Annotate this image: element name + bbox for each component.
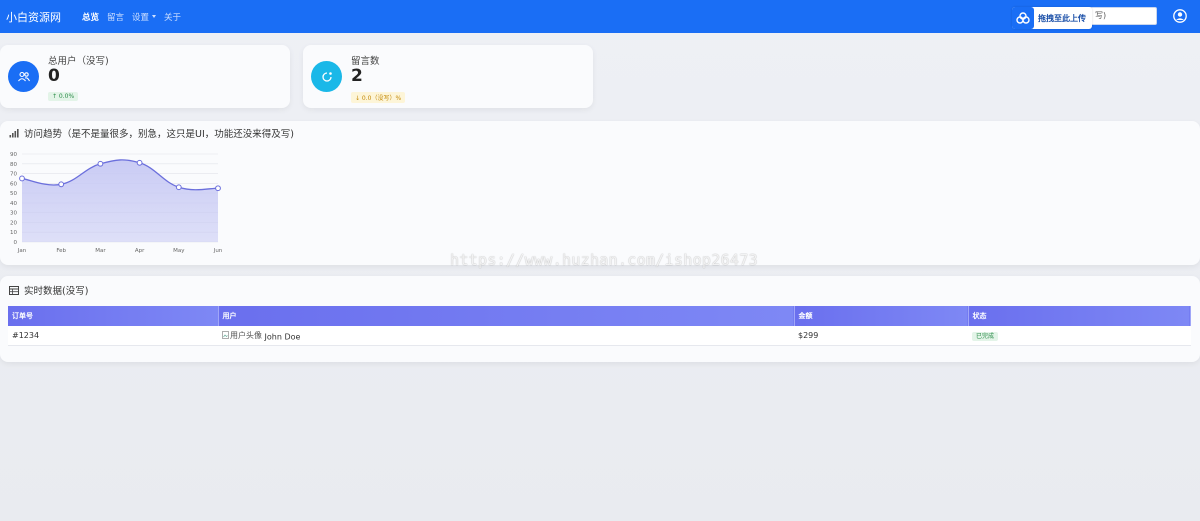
brand-logo[interactable]: 小白资源网 xyxy=(6,9,82,25)
trend-badge: ↓ 0.0（没写）% xyxy=(351,92,406,103)
top-navbar: 小白资源网 总览 留言 设置 关于 写) 拖拽至此上传 xyxy=(0,0,1200,33)
nav-item-messages[interactable]: 留言 xyxy=(107,11,124,23)
y-tick-label: 60 xyxy=(10,181,17,187)
column-header[interactable]: 状态 xyxy=(968,306,1191,326)
cloud-upload-icon xyxy=(1012,7,1034,29)
column-header[interactable]: 用户 xyxy=(218,306,795,326)
status-badge: 已完成 xyxy=(972,331,999,341)
stat-title: 留言数 xyxy=(351,56,380,67)
data-point[interactable] xyxy=(136,159,143,166)
x-tick-label: Jan xyxy=(17,248,27,254)
avatar: 用户头像 xyxy=(222,330,262,341)
stat-value: 0 xyxy=(48,66,60,86)
y-tick-label: 40 xyxy=(10,201,17,207)
y-tick-label: 20 xyxy=(10,220,17,226)
users-icon xyxy=(8,61,39,92)
series-area xyxy=(22,159,218,242)
table-header-row: 订单号 用户 金额 状态 xyxy=(8,306,1191,326)
trend-badge: ↑ 0.0% xyxy=(48,92,79,101)
data-point[interactable] xyxy=(19,175,25,182)
data-point[interactable] xyxy=(58,181,65,188)
orders-table: 订单号 用户 金额 状态 #1234 用户头像 John Doe $299 已完… xyxy=(8,306,1191,346)
y-tick-label: 10 xyxy=(10,230,17,236)
data-point[interactable] xyxy=(97,160,104,167)
y-tick-label: 90 xyxy=(10,152,17,158)
user-name: John Doe xyxy=(264,332,301,341)
user-account-icon[interactable] xyxy=(1173,9,1187,23)
stat-card-messages: 留言数 2 ↓ 0.0（没写）% xyxy=(303,45,593,108)
user-cell: 用户头像 John Doe xyxy=(218,326,794,346)
nav-item-overview[interactable]: 总览 xyxy=(82,11,99,23)
x-tick-label: May xyxy=(173,248,185,254)
table-icon xyxy=(9,285,19,295)
chevron-down-icon xyxy=(152,15,157,18)
upload-drop-widget[interactable]: 拖拽至此上传 xyxy=(1012,7,1092,29)
status-cell: 已完成 xyxy=(968,326,1191,346)
watermark-text: https://www.huzhan.com/ishop26473 xyxy=(450,251,758,269)
data-point[interactable] xyxy=(175,184,182,191)
nav-item-settings[interactable]: 设置 xyxy=(132,11,157,23)
column-header[interactable]: 金额 xyxy=(794,306,969,326)
y-tick-label: 70 xyxy=(10,172,17,178)
x-tick-label: Mar xyxy=(95,248,106,254)
upload-label: 拖拽至此上传 xyxy=(1038,13,1086,23)
y-tick-label: 30 xyxy=(10,211,17,217)
column-header[interactable]: 订单号 xyxy=(8,306,219,326)
panel-title: 实时数据(没写) xyxy=(9,283,88,297)
y-tick-label: 80 xyxy=(10,162,17,168)
visit-trend-panel: 访问趋势（是不是量很多，别急，这只是UI，功能还没来得及写) 0 10 20 30 40… xyxy=(0,121,1200,265)
x-tick-label: Feb xyxy=(56,248,66,254)
amount-cell: $299 xyxy=(794,326,968,346)
stat-value: 2 xyxy=(351,66,363,86)
x-tick-label: Jun xyxy=(213,248,223,254)
realtime-data-panel: 实时数据(没写) 订单号 用户 金额 状态 #1234 用户头像 John Do… xyxy=(0,276,1200,362)
nav-item-about[interactable]: 关于 xyxy=(164,11,181,23)
y-tick-label: 50 xyxy=(10,191,17,197)
x-tick-label: Apr xyxy=(135,248,145,254)
order-id-cell: #1234 xyxy=(8,326,218,346)
visit-trend-chart: 0 10 20 30 40 50 60 70 80 90 Jan Feb Mar Apr May Jun xyxy=(10,152,223,254)
stat-card-total-users: 总用户（没写) 0 ↑ 0.0% xyxy=(0,45,290,108)
y-tick-label: 0 xyxy=(14,240,18,246)
stat-title: 总用户（没写) xyxy=(48,56,109,67)
data-point[interactable] xyxy=(215,185,221,192)
table-row[interactable]: #1234 用户头像 John Doe $299 已完成 xyxy=(8,326,1191,346)
broken-image-icon xyxy=(222,331,229,339)
message-refresh-icon xyxy=(311,61,342,92)
